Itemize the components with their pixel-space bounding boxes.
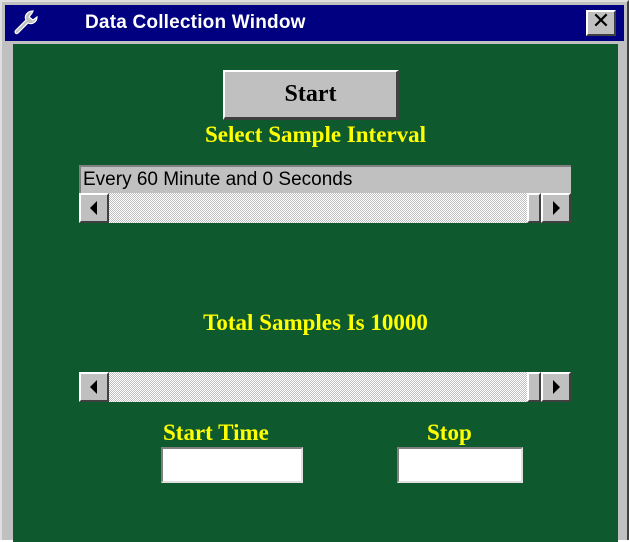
- close-button[interactable]: ✕: [586, 10, 616, 36]
- window-title: Data Collection Window: [85, 12, 306, 33]
- arrow-left-icon: [90, 380, 97, 394]
- arrow-right-icon: [553, 201, 560, 215]
- start-time-field[interactable]: [161, 447, 303, 483]
- stop-time-field[interactable]: [397, 447, 523, 483]
- start-button[interactable]: Start: [223, 70, 399, 120]
- sample-interval-display: Every 60 Minute and 0 Seconds: [79, 165, 571, 193]
- scroll-right-button[interactable]: [541, 372, 571, 402]
- stop-label: Stop: [427, 420, 472, 445]
- sample-interval-scrollbar[interactable]: [79, 193, 571, 223]
- data-collection-window: Data Collection Window ✕ Start Select Sa…: [0, 0, 629, 542]
- arrow-right-icon: [553, 380, 560, 394]
- client-area: Start Select Sample Interval Every 60 Mi…: [13, 44, 618, 542]
- scroll-right-button[interactable]: [541, 193, 571, 223]
- wrench-icon: [13, 9, 43, 37]
- title-bar[interactable]: Data Collection Window ✕: [5, 5, 624, 41]
- scroll-left-button[interactable]: [79, 193, 109, 223]
- start-time-label: Start Time: [163, 420, 269, 445]
- sample-interval-label: Select Sample Interval: [204, 122, 426, 147]
- total-samples-scrollbar[interactable]: [79, 372, 571, 402]
- scroll-left-button[interactable]: [79, 372, 109, 402]
- scroll-thumb[interactable]: [527, 193, 541, 223]
- scroll-thumb[interactable]: [527, 372, 541, 402]
- total-samples-label: Total Samples Is 10000: [203, 310, 428, 335]
- arrow-left-icon: [90, 201, 97, 215]
